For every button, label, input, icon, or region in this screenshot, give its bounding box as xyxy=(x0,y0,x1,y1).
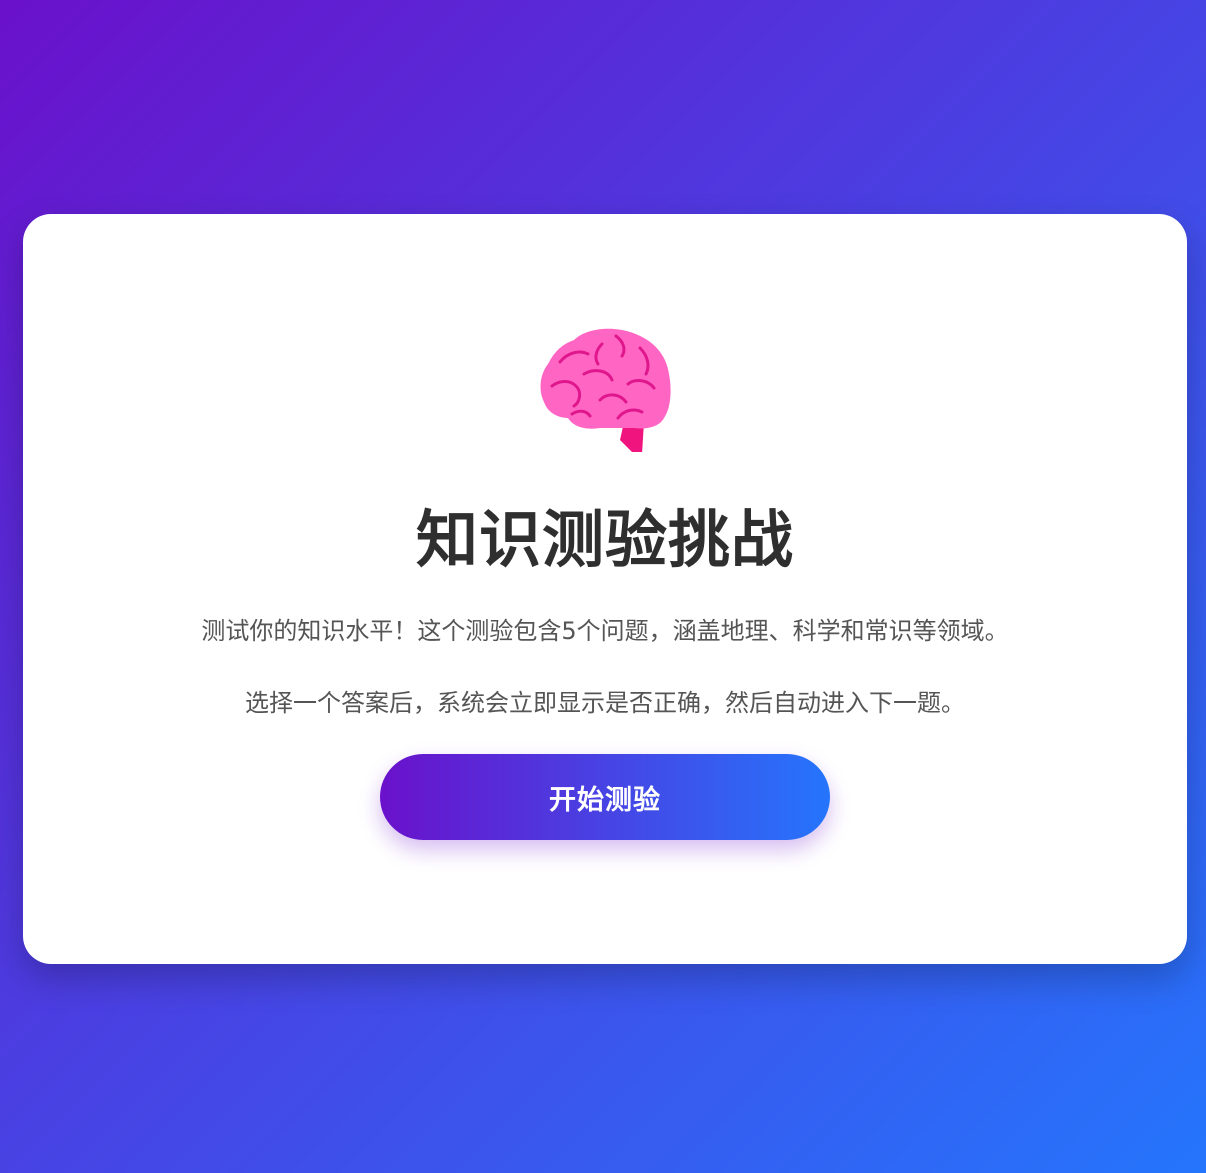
quiz-description: 测试你的知识水平！这个测验包含5个问题，涵盖地理、科学和常识等领域。 xyxy=(201,617,1009,645)
quiz-instructions: 选择一个答案后，系统会立即显示是否正确，然后自动进入下一题。 xyxy=(245,689,965,717)
start-quiz-button[interactable]: 开始测验 xyxy=(380,754,830,840)
brain-icon xyxy=(538,326,672,456)
welcome-card: 知识测验挑战 测试你的知识水平！这个测验包含5个问题，涵盖地理、科学和常识等领域… xyxy=(23,214,1187,964)
page-title: 知识测验挑战 xyxy=(415,503,794,576)
